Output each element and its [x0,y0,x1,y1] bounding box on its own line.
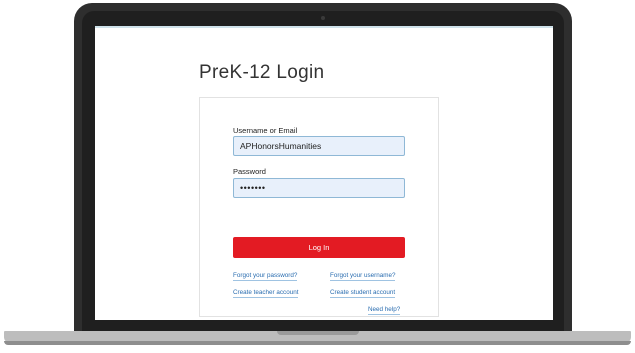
page-title: PreK-12 Login [199,62,325,83]
create-student-account-link[interactable]: Create student account [330,289,396,298]
username-input[interactable]: APHonorsHumanities [233,136,405,156]
need-help-link[interactable]: Need help? [368,306,401,315]
password-label: Password [233,167,266,176]
laptop-screen: PreK-12 Login Username or Email APHonors… [95,26,553,320]
username-label: Username or Email [233,126,298,135]
laptop-opening-notch [277,331,359,335]
laptop-mockup: PreK-12 Login Username or Email APHonors… [0,0,635,353]
login-button[interactable]: Log In [233,237,405,258]
forgot-password-link[interactable]: Forgot your password? [233,272,298,281]
screen-top-border [95,26,553,28]
password-input[interactable]: ••••••• [233,178,405,198]
camera-icon [321,16,325,20]
login-card: Username or Email APHonorsHumanities Pas… [199,97,439,317]
laptop-base-lip [4,341,631,345]
forgot-username-link[interactable]: Forgot your username? [330,272,396,281]
create-teacher-account-link[interactable]: Create teacher account [233,289,299,298]
